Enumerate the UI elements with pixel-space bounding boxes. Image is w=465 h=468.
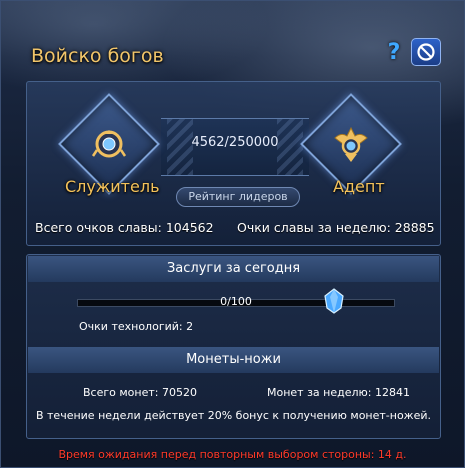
merits-header: Заслуги за сегодня (28, 256, 439, 282)
weekly-glory-value: 28885 (394, 220, 435, 235)
merits-progress-text: 0/100 (220, 295, 252, 308)
adept-rank-icon (334, 126, 368, 162)
total-coins: Всего монет: 70520 (83, 386, 197, 399)
no-entry-icon (417, 43, 435, 61)
coin-bonus-text: В течение недели действует 20% бонус к п… (35, 409, 432, 422)
tech-points: Очки технологий: 2 (79, 320, 194, 333)
current-rank-label: Служитель (65, 177, 160, 196)
crystal-icon (324, 288, 344, 314)
close-button[interactable] (411, 38, 441, 66)
total-glory-value: 104562 (165, 220, 214, 235)
window-title: Войско богов (31, 45, 164, 67)
question-icon[interactable]: ? (385, 41, 403, 65)
rank-progress-band: 4562/250000 (161, 118, 309, 176)
total-glory-label: Всего очков славы: (35, 220, 162, 235)
side-reselect-wait: Время ожидания перед повторным выбором с… (58, 448, 407, 461)
weekly-glory: Очки славы за неделю: 28885 (237, 220, 435, 235)
rank-progress-text: 4562/250000 (191, 135, 279, 150)
daily-panel: Заслуги за сегодня 0/100 Очки технологий… (26, 254, 441, 439)
leader-ranking-button[interactable]: Рейтинг лидеров (176, 187, 300, 207)
total-glory: Всего очков славы: 104562 (35, 220, 214, 235)
next-rank-label: Адепт (333, 177, 385, 196)
rank-panel: 4562/250000 Служитель Адепт Рейтинг лиде… (26, 81, 441, 246)
coins-header: Монеты-ножи (28, 347, 439, 373)
army-of-gods-window: Войско богов ? 4562/250000 Служитель Аде… (0, 0, 465, 468)
servant-rank-icon (91, 130, 127, 158)
weekly-glory-label: Очки славы за неделю: (237, 220, 391, 235)
weekly-coins: Монет за неделю: 12841 (267, 386, 410, 399)
